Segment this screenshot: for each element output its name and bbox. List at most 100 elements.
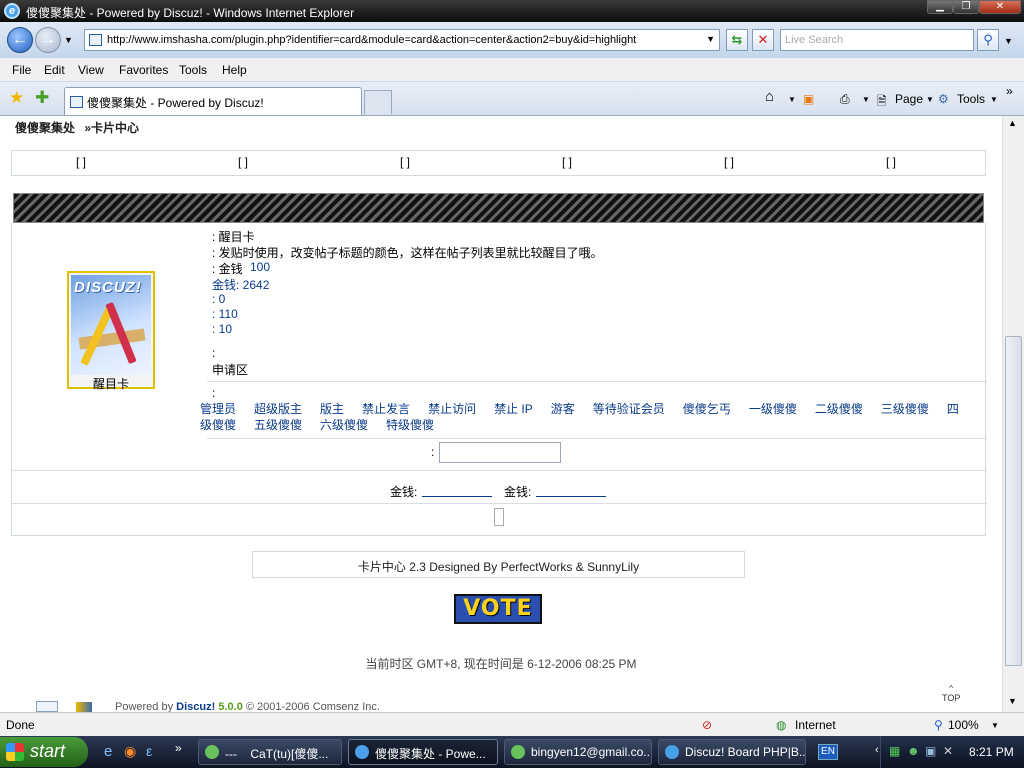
refresh-button[interactable]: ⇆ <box>726 29 748 51</box>
tools-chevron-icon[interactable]: ▼ <box>990 95 998 104</box>
tray-network-icon[interactable]: ▣ <box>925 744 936 758</box>
category-tab-1[interactable]: [ ] <box>76 155 86 169</box>
group-item[interactable]: 管理员 <box>200 402 236 416</box>
scroll-thumb[interactable] <box>1005 336 1022 666</box>
submit-button[interactable] <box>494 508 504 526</box>
zoom-icon[interactable]: ⚲ <box>934 718 943 732</box>
task-dashes: --- <box>225 747 237 761</box>
group-item[interactable]: 一级傻傻 <box>749 402 797 416</box>
group-item[interactable]: 版主 <box>320 402 344 416</box>
add-favorite-icon[interactable]: ✚ <box>35 88 49 108</box>
groups-colon: : <box>212 386 216 400</box>
task-item-ie-current[interactable]: 傻傻聚集处 - Powe... <box>348 739 498 765</box>
page-icon[interactable]: 🗎 <box>877 92 887 113</box>
task-item-discuz[interactable]: Discuz! Board PHP|B... <box>658 739 806 765</box>
forward-button[interactable]: → <box>35 27 61 53</box>
card-caption: 醒目卡 <box>92 377 129 391</box>
section-header-bar <box>13 193 984 223</box>
tray-app-icon[interactable]: ▦ <box>889 744 900 758</box>
quicklaunch-more-icon[interactable]: » <box>175 741 182 755</box>
back-to-top[interactable]: ^ TOP <box>942 684 960 703</box>
powered-brand[interactable]: Discuz! <box>176 701 215 712</box>
feeds-icon[interactable]: ▣ <box>803 92 814 106</box>
home-chevron-icon[interactable]: ▼ <box>788 95 796 104</box>
group-item[interactable]: 超级版主 <box>254 402 302 416</box>
vote-button[interactable]: VOTE <box>454 594 542 624</box>
clock[interactable]: 8:21 PM <box>969 745 1014 759</box>
tray-expand-icon[interactable]: ‹ <box>875 744 879 756</box>
search-icon[interactable]: ⚲ <box>977 29 999 51</box>
minimize-button[interactable]: ▁ <box>927 0 953 14</box>
gear-icon[interactable]: ⚙ <box>938 92 949 106</box>
group-item[interactable]: 禁止 IP <box>494 402 533 416</box>
search-input[interactable]: Live Search <box>780 29 974 51</box>
category-tab-5[interactable]: [ ] <box>724 155 734 169</box>
favorites-star-icon[interactable]: ★ <box>9 88 24 108</box>
group-item[interactable]: 五级傻傻 <box>254 418 302 432</box>
group-item[interactable]: 禁止访问 <box>428 402 476 416</box>
username-input[interactable] <box>439 442 561 463</box>
new-tab-button[interactable] <box>364 90 392 114</box>
category-tab-3[interactable]: [ ] <box>400 155 410 169</box>
more-chevron-icon[interactable]: » <box>1006 84 1013 98</box>
quicklaunch-firefox-icon[interactable]: ◉ <box>124 743 136 760</box>
group-item[interactable]: 二级傻傻 <box>815 402 863 416</box>
close-button[interactable]: ✕ <box>979 0 1021 14</box>
print-icon[interactable]: ⎙ <box>840 92 850 107</box>
group-item[interactable]: 禁止发言 <box>362 402 410 416</box>
stop-button[interactable]: ✕ <box>752 29 774 51</box>
page-menu[interactable]: Page <box>895 92 923 106</box>
tools-menu[interactable]: Tools <box>957 92 985 106</box>
ie-icon <box>665 745 679 759</box>
url-input[interactable]: http://www.imshasha.com/plugin.php?ident… <box>84 29 720 51</box>
copyright: © 2001-2006 Comsenz Inc. <box>245 701 380 712</box>
print-chevron-icon[interactable]: ▼ <box>862 95 870 104</box>
category-tab-2[interactable]: [ ] <box>238 155 248 169</box>
group-item[interactable]: 三级傻傻 <box>881 402 929 416</box>
card-price-label: : 金钱 <box>212 262 243 276</box>
money-field-1[interactable] <box>422 496 492 497</box>
group-item[interactable]: 傻傻乞丐 <box>683 402 731 416</box>
breadcrumb-site[interactable]: 傻傻聚集处 <box>15 121 75 135</box>
category-tab-6[interactable]: [ ] <box>886 155 896 169</box>
menu-favorites[interactable]: Favorites <box>119 63 168 77</box>
task-item-gmail[interactable]: bingyen12@gmail.co... <box>504 739 652 765</box>
money-field-2[interactable] <box>536 496 606 497</box>
group-item[interactable]: 特级傻傻 <box>386 418 434 432</box>
recent-pages-chevron-icon[interactable]: ▼ <box>64 35 73 45</box>
quicklaunch-ie-icon[interactable]: e <box>104 743 112 760</box>
group-item[interactable]: 等待验证会员 <box>593 402 665 416</box>
windows-logo-icon <box>6 743 24 761</box>
quicklaunch-ie2-icon[interactable]: ε <box>146 743 152 759</box>
maximize-button[interactable]: ❐ <box>953 0 979 14</box>
url-dropdown-icon[interactable]: ▼ <box>706 34 715 44</box>
task-item-cat[interactable]: --- CaT(tu)[傻傻... <box>198 739 342 765</box>
category-tab-4[interactable]: [ ] <box>562 155 572 169</box>
start-button[interactable]: start <box>0 737 88 767</box>
language-indicator[interactable]: EN <box>818 744 838 760</box>
tab-favicon-icon <box>70 96 83 108</box>
zoom-chevron-icon[interactable]: ▼ <box>991 721 999 730</box>
taskbar: start e ◉ ε » --- CaT(tu)[傻傻... 傻傻聚集处 - … <box>0 736 1024 768</box>
home-icon[interactable]: ⌂ <box>765 88 774 105</box>
menu-tools[interactable]: Tools <box>179 63 207 77</box>
url-text: http://www.imshasha.com/plugin.php?ident… <box>107 34 637 46</box>
tray-messenger-icon[interactable]: ☻ <box>907 744 920 758</box>
group-item[interactable]: 游客 <box>551 402 575 416</box>
menu-file[interactable]: File <box>12 63 31 77</box>
page-chevron-icon[interactable]: ▼ <box>926 95 934 104</box>
protected-mode-icon[interactable]: ⊘ <box>702 718 712 732</box>
menu-edit[interactable]: Edit <box>44 63 65 77</box>
globe-icon: ◍ <box>776 718 787 732</box>
vertical-scrollbar[interactable]: ▲ ▼ <box>1002 116 1024 712</box>
scroll-down-icon[interactable]: ▼ <box>1008 696 1017 706</box>
tab-current[interactable]: 傻傻聚集处 - Powered by Discuz! <box>64 87 362 115</box>
scroll-up-icon[interactable]: ▲ <box>1008 118 1017 128</box>
menu-help[interactable]: Help <box>222 63 247 77</box>
group-item[interactable]: 六级傻傻 <box>320 418 368 432</box>
menu-view[interactable]: View <box>78 63 104 77</box>
zoom-level[interactable]: 100% <box>948 718 979 732</box>
tray-volume-icon[interactable]: ✕ <box>943 744 953 758</box>
back-button[interactable]: ← <box>7 27 33 53</box>
search-options-chevron-icon[interactable]: ▼ <box>1004 36 1013 46</box>
